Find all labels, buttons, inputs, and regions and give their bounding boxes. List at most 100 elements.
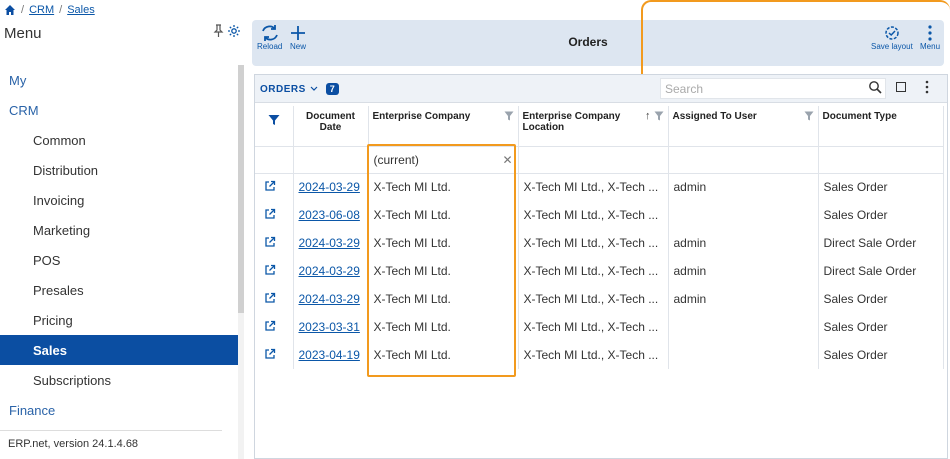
grid-title[interactable]: ORDERS 7 <box>260 83 340 95</box>
column-header-label: Enterprise Company Location <box>522 111 621 133</box>
column-filter-icon[interactable] <box>504 111 514 124</box>
cell-document-type: Direct Sale Order <box>818 257 944 285</box>
cell-document-date: 2023-03-31 <box>293 313 369 341</box>
select-all-checkbox[interactable] <box>896 82 906 92</box>
sidebar-item-label: Distribution <box>33 162 99 178</box>
kebab-icon <box>928 25 932 41</box>
breadcrumb-crm[interactable]: CRM <box>29 4 54 16</box>
search-input[interactable]: Search <box>660 78 886 99</box>
sidebar-item-label: My <box>9 72 27 88</box>
column-header-enterprise-company[interactable]: Enterprise Company <box>368 106 519 147</box>
cell-document-date: 2024-03-29 <box>293 173 369 201</box>
menu-list: My CRM Common Distribution Invoicing Mar… <box>0 65 238 425</box>
save-layout-label: Save layout <box>871 42 913 51</box>
document-date-link[interactable]: 2024-03-29 <box>299 264 360 278</box>
sidebar-item-common[interactable]: Common <box>0 125 238 155</box>
sidebar-item-crm[interactable]: CRM <box>0 95 238 125</box>
table-row[interactable]: 2023-04-19 X-Tech MI Ltd. X-Tech MI Ltd., … <box>255 341 944 369</box>
open-in-new-icon[interactable] <box>264 264 276 279</box>
open-in-new-icon[interactable] <box>264 208 276 223</box>
cell-document-date: 2024-03-29 <box>293 257 369 285</box>
column-filter-icon[interactable] <box>804 111 814 124</box>
column-header-assigned-to-user[interactable]: Assigned To User <box>668 106 819 147</box>
sidebar-item-pricing[interactable]: Pricing <box>0 305 238 335</box>
cell-location: X-Tech MI Ltd., X-Tech ... <box>518 201 669 229</box>
sidebar-item-label: Sales <box>33 342 67 358</box>
cell-document-type: Direct Sale Order <box>818 229 944 257</box>
filter-cell-user[interactable] <box>668 146 819 174</box>
document-date-link[interactable]: 2023-03-31 <box>299 320 360 334</box>
cell-enterprise-company: X-Tech MI Ltd. <box>368 229 519 257</box>
table-row[interactable]: 2023-03-31 X-Tech MI Ltd. X-Tech MI Ltd., … <box>255 313 944 341</box>
filter-cell-location[interactable] <box>518 146 669 174</box>
breadcrumb-separator: / <box>59 4 63 16</box>
breadcrumb-separator: / <box>21 4 25 16</box>
document-date-link[interactable]: 2023-06-08 <box>299 208 360 222</box>
open-in-new-icon[interactable] <box>264 320 276 335</box>
menu-button[interactable]: Menu <box>920 24 940 51</box>
gear-icon[interactable] <box>227 24 241 43</box>
document-date-link[interactable]: 2023-04-19 <box>299 348 360 362</box>
column-header-document-date[interactable]: Document Date <box>293 106 369 147</box>
column-header-document-type[interactable]: Document Type <box>818 106 944 147</box>
cell-assigned-user <box>668 313 819 341</box>
table-row[interactable]: 2024-03-29 X-Tech MI Ltd. X-Tech MI Ltd., … <box>255 229 944 257</box>
filter-toggle-header[interactable] <box>255 106 294 147</box>
document-date-link[interactable]: 2024-03-29 <box>299 236 360 250</box>
search-icon[interactable] <box>868 80 882 99</box>
grid-menu-icon[interactable] <box>925 80 929 99</box>
sidebar-item-label: Subscriptions <box>33 372 112 388</box>
cell-document-type: Sales Order <box>818 313 944 341</box>
filter-cell-type[interactable] <box>818 146 944 174</box>
breadcrumb-sales[interactable]: Sales <box>67 4 95 16</box>
sidebar-item-pos[interactable]: POS <box>0 245 238 275</box>
column-filter-icon[interactable] <box>654 111 664 124</box>
document-date-link[interactable]: 2024-03-29 <box>299 292 360 306</box>
sidebar-item-distribution[interactable]: Distribution <box>0 155 238 185</box>
open-in-new-icon[interactable] <box>264 348 276 363</box>
sidebar-item-marketing[interactable]: Marketing <box>0 215 238 245</box>
cell-document-type: Sales Order <box>818 285 944 313</box>
filter-cell-document-date[interactable] <box>293 146 369 174</box>
sidebar-item-my[interactable]: My <box>0 65 238 95</box>
filter-row: (current) ✕ <box>255 146 944 174</box>
column-header-label: Assigned To User <box>672 111 757 122</box>
home-icon[interactable] <box>4 4 16 16</box>
table-row[interactable]: 2023-06-08 X-Tech MI Ltd. X-Tech MI Ltd., … <box>255 201 944 229</box>
open-in-new-icon[interactable] <box>264 180 276 195</box>
open-row-cell <box>255 201 294 229</box>
sidebar-item-invoicing[interactable]: Invoicing <box>0 185 238 215</box>
table-row[interactable]: 2024-03-29 X-Tech MI Ltd. X-Tech MI Ltd., … <box>255 257 944 285</box>
column-header-enterprise-company-location[interactable]: Enterprise Company Location ↑ <box>518 106 669 147</box>
sort-ascending-icon[interactable]: ↑ <box>645 110 651 122</box>
open-in-new-icon[interactable] <box>264 292 276 307</box>
cell-location: X-Tech MI Ltd., X-Tech ... <box>518 257 669 285</box>
open-row-cell <box>255 313 294 341</box>
sidebar-item-presales[interactable]: Presales <box>0 275 238 305</box>
cell-document-type: Sales Order <box>818 173 944 201</box>
sidebar-item-subscriptions[interactable]: Subscriptions <box>0 365 238 395</box>
sidebar-item-finance[interactable]: Finance <box>0 395 238 425</box>
table-row[interactable]: 2024-03-29 X-Tech MI Ltd. X-Tech MI Ltd., … <box>255 173 944 201</box>
cell-enterprise-company: X-Tech MI Ltd. <box>368 173 519 201</box>
sidebar-item-label: Pricing <box>33 312 73 328</box>
sidebar-item-sales[interactable]: Sales <box>0 335 238 365</box>
clear-filter-icon[interactable]: ✕ <box>502 153 512 167</box>
count-badge: 7 <box>325 83 340 95</box>
menu-title: Menu <box>4 24 42 42</box>
table-row[interactable]: 2024-03-29 X-Tech MI Ltd. X-Tech MI Ltd., … <box>255 285 944 313</box>
cell-assigned-user: admin <box>668 173 819 201</box>
cell-location: X-Tech MI Ltd., X-Tech ... <box>518 341 669 369</box>
cell-assigned-user: admin <box>668 285 819 313</box>
open-in-new-icon[interactable] <box>264 236 276 251</box>
pin-icon[interactable] <box>213 23 224 43</box>
cell-document-type: Sales Order <box>818 341 944 369</box>
sidebar-item-label: Invoicing <box>33 192 85 208</box>
document-date-link[interactable]: 2024-03-29 <box>299 180 360 194</box>
sidebar-scrollbar[interactable] <box>238 65 244 313</box>
cell-location: X-Tech MI Ltd., X-Tech ... <box>518 313 669 341</box>
filter-cell-enterprise-company[interactable]: (current) ✕ <box>368 146 519 174</box>
open-row-cell <box>255 341 294 369</box>
save-layout-button[interactable]: Save layout <box>871 24 913 51</box>
cell-enterprise-company: X-Tech MI Ltd. <box>368 341 519 369</box>
